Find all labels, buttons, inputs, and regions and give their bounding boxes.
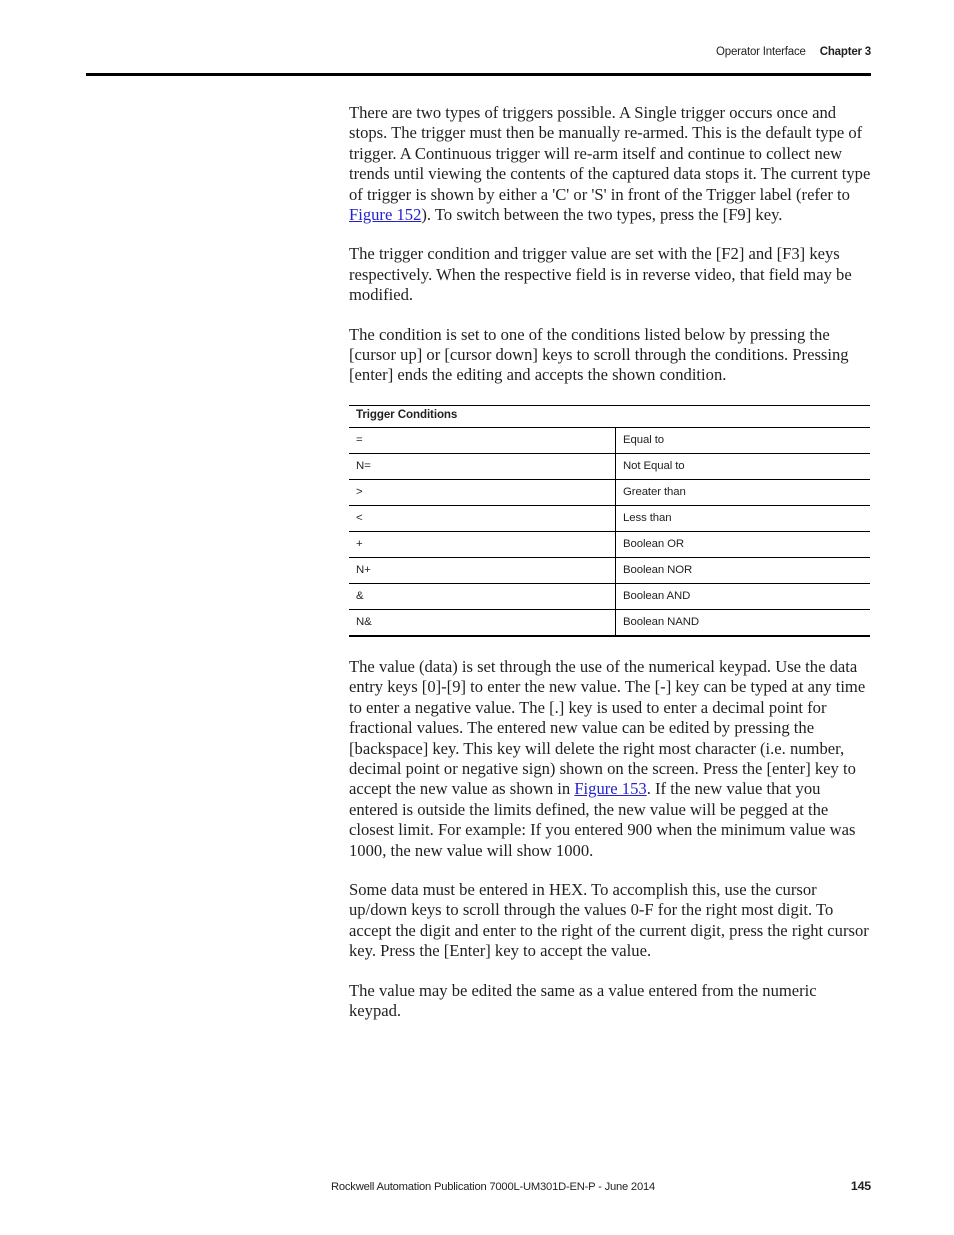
table-row: = Equal to [349, 427, 870, 454]
condition-symbol: = [349, 427, 616, 454]
header-section-label: Operator Interface [716, 46, 806, 58]
paragraph-trigger-types: There are two types of triggers possible… [349, 103, 871, 225]
table-row: N= Not Equal to [349, 453, 870, 480]
paragraph-text-cont: ). To switch between the two types, pres… [421, 205, 783, 225]
figure-152-link[interactable]: Figure 152 [349, 205, 421, 224]
condition-meaning: Boolean OR [615, 531, 870, 558]
condition-symbol: < [349, 505, 616, 532]
condition-symbol: N& [349, 609, 616, 637]
table-title-cell: Trigger Conditions [349, 404, 870, 428]
table-row: N& Boolean NAND [349, 609, 870, 637]
page-footer: Rockwell Automation Publication 7000L-UM… [331, 1179, 871, 1193]
condition-meaning: Less than [615, 505, 870, 532]
table-row: & Boolean AND [349, 583, 870, 610]
condition-meaning: Greater than [615, 479, 870, 506]
paragraph-trigger-condition-keys: The trigger condition and trigger value … [349, 244, 852, 305]
table-row: > Greater than [349, 479, 870, 506]
running-header: Operator Interface Chapter 3 [86, 46, 871, 72]
body-content: There are two types of triggers possible… [349, 103, 871, 1021]
paragraph-value-edit: The value may be edited the same as a va… [349, 980, 817, 1020]
header-rule [86, 73, 871, 76]
table-row: N+ Boolean NOR [349, 557, 870, 584]
condition-symbol: & [349, 583, 616, 610]
paragraph-condition-scroll: The condition is set to one of the condi… [349, 324, 849, 385]
figure-153-link[interactable]: Figure 153 [574, 779, 646, 798]
condition-meaning: Boolean NOR [615, 557, 870, 584]
condition-meaning: Equal to [615, 427, 870, 454]
condition-symbol: + [349, 531, 616, 558]
condition-meaning: Boolean AND [615, 583, 870, 610]
condition-symbol: > [349, 479, 616, 506]
table-head: Trigger Conditions [349, 404, 870, 428]
trigger-conditions-table-wrapper: Trigger Conditions = Equal to N= Not Equ… [349, 404, 870, 637]
table-header-row: Trigger Conditions [349, 404, 870, 428]
condition-meaning: Boolean NAND [615, 609, 870, 637]
paragraph-text: There are two types of triggers possible… [349, 103, 871, 204]
trigger-conditions-table: Trigger Conditions = Equal to N= Not Equ… [349, 404, 870, 637]
table-body: = Equal to N= Not Equal to > Greater tha… [349, 427, 870, 637]
condition-symbol: N+ [349, 557, 616, 584]
footer-publication-label: Rockwell Automation Publication 7000L-UM… [331, 1181, 656, 1193]
paragraph-value-entry: The value (data) is set through the use … [349, 657, 871, 861]
condition-meaning: Not Equal to [615, 453, 870, 480]
paragraph-hex-entry: Some data must be entered in HEX. To acc… [349, 879, 869, 961]
document-page: Operator Interface Chapter 3 There are t… [0, 0, 954, 1235]
table-row: < Less than [349, 505, 870, 532]
condition-symbol: N= [349, 453, 616, 480]
footer-page-number: 145 [850, 1179, 871, 1193]
header-chapter-label: Chapter 3 [819, 46, 871, 58]
paragraph-text: The value (data) is set through the use … [349, 656, 866, 799]
table-row: + Boolean OR [349, 531, 870, 558]
